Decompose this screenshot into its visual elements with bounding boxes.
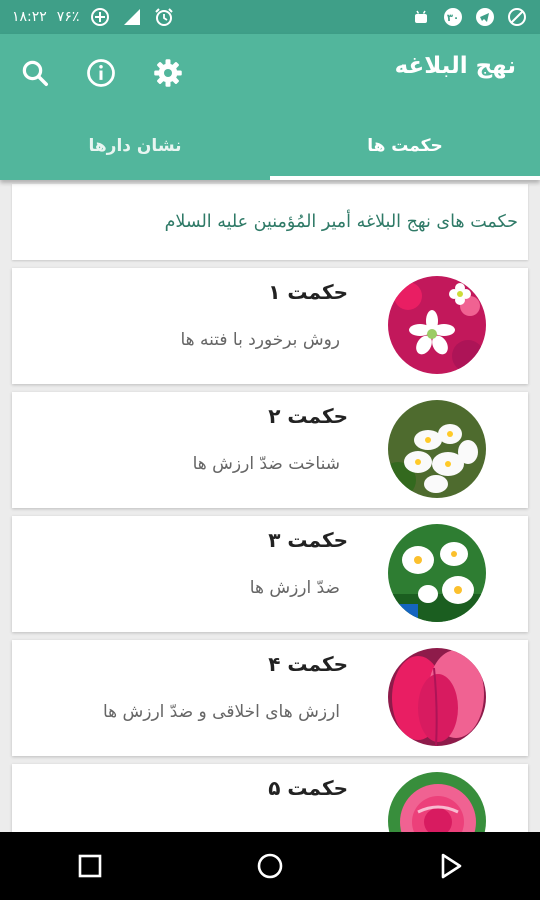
triangle-icon xyxy=(441,853,462,879)
signal-icon xyxy=(121,6,143,28)
app-title: نهج البلاغه xyxy=(394,53,516,79)
settings-icon[interactable] xyxy=(151,56,185,90)
status-bar-right: ۳۰ xyxy=(410,6,528,28)
item-subtitle: روش برخورد با فتنه ها xyxy=(180,330,340,350)
item-thumbnail xyxy=(388,276,486,374)
item-title: حکمت ۴ xyxy=(268,652,348,676)
tab-bookmarks[interactable]: نشان دارها xyxy=(0,112,270,180)
item-thumbnail xyxy=(388,772,486,832)
list-header-text: حکمت های نهج البلاغه أمیر المُؤمنین علیه… xyxy=(164,212,518,232)
list-item[interactable]: حکمت ۵ xyxy=(12,764,528,832)
battery-percent: ۷۶٪ xyxy=(56,9,80,25)
data-saver-icon xyxy=(89,6,111,28)
toolbar: نهج البلاغه xyxy=(0,34,540,112)
item-title: حکمت ۲ xyxy=(268,404,348,428)
tab-indicator xyxy=(270,176,540,180)
item-subtitle: ارزش های اخلاقی و ضدّ ارزش ها xyxy=(102,702,340,722)
item-title: حکمت ۱ xyxy=(268,280,348,304)
no-location-icon xyxy=(506,6,528,28)
item-thumbnail xyxy=(388,400,486,498)
android-icon xyxy=(410,6,432,28)
square-icon xyxy=(78,854,102,878)
item-title: حکمت ۵ xyxy=(268,776,348,800)
item-thumbnail xyxy=(388,524,486,622)
list-item[interactable]: حکمت ۳ ضدّ ارزش ها xyxy=(12,516,528,632)
item-subtitle: شناخت ضدّ ارزش ها xyxy=(192,454,340,474)
alarm-icon xyxy=(153,6,175,28)
tab-hikmat-label: حکمت ها xyxy=(367,136,443,156)
status-bar-left: ۱۸:۲۲ ۷۶٪ xyxy=(12,6,175,28)
tab-hikmat[interactable]: حکمت ها xyxy=(270,112,540,180)
info-icon[interactable] xyxy=(84,56,118,90)
clock: ۱۸:۲۲ xyxy=(12,9,47,25)
item-title: حکمت ۳ xyxy=(268,528,348,552)
list-header-card: حکمت های نهج البلاغه أمیر المُؤمنین علیه… xyxy=(12,184,528,260)
list-item[interactable]: حکمت ۱ روش برخورد با فتنه ها xyxy=(12,268,528,384)
tab-bar: نشان دارها حکمت ها xyxy=(0,112,540,180)
search-icon[interactable] xyxy=(18,56,52,90)
telegram-icon xyxy=(474,6,496,28)
notification-badge-icon: ۳۰ xyxy=(442,6,464,28)
status-bar: ۱۸:۲۲ ۷۶٪ ۳۰ xyxy=(0,0,540,34)
app-bar: نهج البلاغه نشان دارها حکمت ها xyxy=(0,34,540,180)
list-item[interactable]: حکمت ۴ ارزش های اخلاقی و ضدّ ارزش ها xyxy=(12,640,528,756)
svg-text:۳۰: ۳۰ xyxy=(447,13,459,24)
home-button[interactable] xyxy=(240,836,300,896)
item-subtitle: ضدّ ارزش ها xyxy=(249,578,340,598)
item-thumbnail xyxy=(388,648,486,746)
back-button[interactable] xyxy=(420,836,480,896)
recents-button[interactable] xyxy=(60,836,120,896)
circle-icon xyxy=(257,853,283,879)
list-item[interactable]: حکمت ۲ شناخت ضدّ ارزش ها xyxy=(12,392,528,508)
tab-bookmarks-label: نشان دارها xyxy=(88,136,182,156)
navigation-bar xyxy=(0,832,540,900)
content-list[interactable]: حکمت های نهج البلاغه أمیر المُؤمنین علیه… xyxy=(0,180,540,832)
